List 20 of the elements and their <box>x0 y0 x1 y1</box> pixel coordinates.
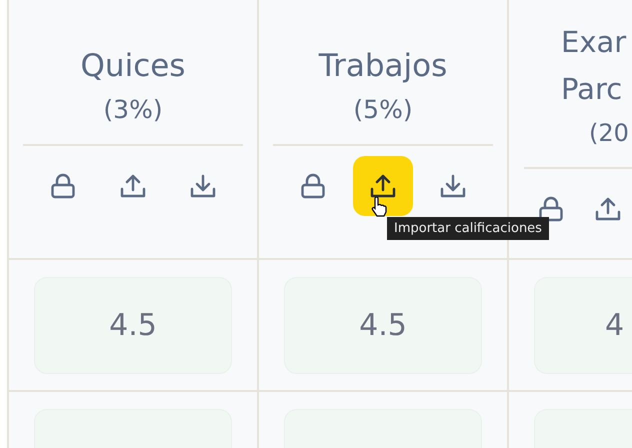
grade-field[interactable]: 4 <box>534 277 632 374</box>
lock-icon <box>50 172 76 200</box>
grade-field[interactable]: 4.5 <box>34 277 232 374</box>
lock-icon <box>538 195 564 223</box>
column-weight: (3%) <box>103 94 163 126</box>
lock-icon <box>300 172 326 200</box>
column-title: Exar <box>560 24 628 61</box>
column-weight: (20 <box>588 118 630 149</box>
upload-icon <box>120 172 146 198</box>
column-title: Quices <box>80 46 186 86</box>
upload-icon <box>370 172 396 198</box>
column-title: Trabajos <box>318 46 448 86</box>
tooltip: Importar calificaciones <box>387 216 549 240</box>
upload-icon <box>595 196 622 222</box>
download-icon <box>440 172 466 198</box>
pointer-hand-icon <box>371 196 387 216</box>
download-icon <box>190 172 216 198</box>
grade-field[interactable]: 4.5 <box>284 277 482 374</box>
column-weight: (5%) <box>353 94 413 126</box>
column-title: Parc <box>560 71 624 108</box>
